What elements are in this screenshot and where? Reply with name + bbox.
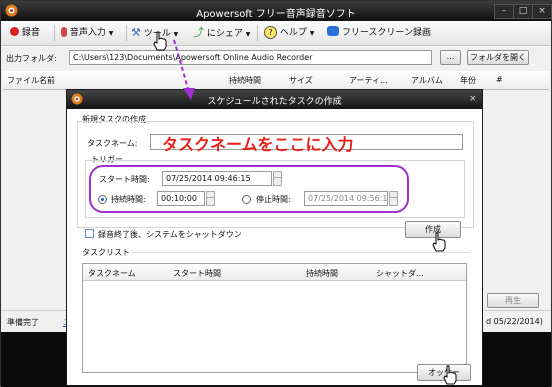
toolbar-separator (257, 25, 258, 41)
open-folder-button[interactable]: フォルダを開く (467, 50, 529, 65)
help-icon: ? (264, 26, 277, 39)
duration-label: 持続時間: (111, 195, 146, 204)
duration-input[interactable]: 00:10:00 (157, 191, 205, 206)
tools-icon: ⚒ (131, 26, 141, 39)
start-time-input[interactable]: 07/25/2014 09:46:15 (162, 171, 272, 186)
task-column-duration[interactable]: 持続時間 (306, 268, 338, 279)
stop-time-radio[interactable] (242, 195, 251, 204)
status-version: d 05/22/2014) (486, 317, 543, 326)
stop-time-label: 停止時間: (256, 195, 291, 204)
title-bar: Apowersoft フリー音声録音ソフト – □ × (1, 1, 552, 21)
free-screen-recorder-button[interactable]: フリースクリーン録画 (327, 26, 431, 40)
schedule-task-dialog: スケジュールされたタスクの作成 × 新規タスクの作成 タスクネーム: タスクネー… (66, 89, 483, 386)
hand-cursor-icon (443, 365, 457, 385)
output-folder-path[interactable]: C:\Users\123\Documents\Apowersoft Online… (69, 50, 432, 65)
video-camera-icon (327, 26, 339, 36)
microphone-icon (61, 27, 67, 37)
chevron-down-icon: ▼ (309, 30, 315, 37)
stop-time-spinner[interactable] (389, 191, 398, 206)
window-title: Apowersoft フリー音声録音ソフト (196, 9, 356, 20)
dialog-close-icon[interactable]: × (469, 94, 477, 104)
browse-button[interactable]: ... (440, 50, 461, 65)
toolbar-separator (126, 25, 127, 41)
help-label: ヘルプ (279, 28, 307, 38)
output-folder-row: 出力フォルダ: C:\Users\123\Documents\Apowersof… (1, 46, 551, 68)
divider (132, 252, 470, 253)
toolbar-separator (54, 25, 55, 41)
duration-radio[interactable] (98, 195, 107, 204)
shutdown-label: 録音終了後、システムをシャットダウン (98, 230, 242, 239)
chevron-down-icon: ▼ (108, 30, 114, 37)
column-album[interactable]: アルバム (411, 75, 443, 86)
dialog-title-bar: スケジュールされたタスクの作成 × (67, 90, 482, 109)
task-column-name[interactable]: タスクネーム (88, 268, 136, 279)
play-button[interactable]: 再生 (487, 293, 539, 308)
column-size[interactable]: サイズ (289, 75, 313, 86)
output-folder-label: 出力フォルダ: (6, 54, 57, 63)
share-icon: ⤴ (193, 26, 204, 39)
column-duration[interactable]: 持続時間 (229, 75, 261, 86)
column-year[interactable]: 年份 (460, 75, 476, 86)
audio-input-label: 音声入力 (69, 28, 106, 38)
dialog-title: スケジュールされたタスクの作成 (207, 97, 342, 107)
task-list-label: タスクリスト (82, 248, 130, 257)
annotation-text: タスクネームをここに入力 (162, 135, 354, 154)
task-column-start[interactable]: スタート時間 (173, 268, 221, 279)
file-list-header: ファイル名前 持続時間 サイズ アーティ... アルバム 年份 # (3, 71, 549, 90)
stop-time-input[interactable]: 07/25/2014 09:56:15 (304, 191, 388, 206)
hand-cursor-icon (432, 232, 446, 252)
status-text: 準備完了 (7, 318, 39, 327)
minimize-button[interactable]: – (494, 4, 514, 19)
record-button[interactable]: 録音 (10, 26, 40, 40)
task-column-shutdown[interactable]: シャットダ... (376, 268, 424, 279)
maximize-button[interactable]: □ (513, 4, 533, 19)
duration-spinner[interactable] (206, 191, 215, 206)
column-number[interactable]: # (496, 75, 503, 84)
record-icon (10, 27, 19, 36)
toolbar: 録音 音声入力 ▼ ⚒ ツール ▼ ⤴ にシェア ▼ ? ヘルプ ▼ フリースク… (1, 21, 551, 46)
column-filename[interactable]: ファイル名前 (7, 75, 55, 86)
hand-cursor-icon (153, 31, 167, 51)
shutdown-checkbox[interactable] (85, 229, 94, 238)
share-button[interactable]: ⤴ にシェア ▼ (193, 26, 250, 40)
task-name-label: タスクネーム: (87, 139, 138, 148)
start-time-spinner[interactable] (273, 171, 282, 186)
task-list[interactable]: タスクネーム スタート時間 持続時間 シャットダ... (82, 263, 467, 373)
chevron-down-icon: ▼ (245, 31, 251, 38)
column-artist[interactable]: アーティ... (349, 75, 388, 86)
free-screen-label: フリースクリーン録画 (341, 28, 431, 38)
chevron-down-icon: ▼ (173, 31, 179, 38)
help-button[interactable]: ? ヘルプ ▼ (264, 26, 314, 40)
record-label: 録音 (21, 28, 40, 38)
close-button[interactable]: × (532, 4, 552, 19)
start-time-label: スタート時間: (99, 175, 150, 184)
audio-input-button[interactable]: 音声入力 ▼ (61, 26, 113, 40)
share-label: にシェア (206, 29, 243, 39)
task-list-header: タスクネーム スタート時間 持続時間 シャットダ... (83, 264, 466, 281)
